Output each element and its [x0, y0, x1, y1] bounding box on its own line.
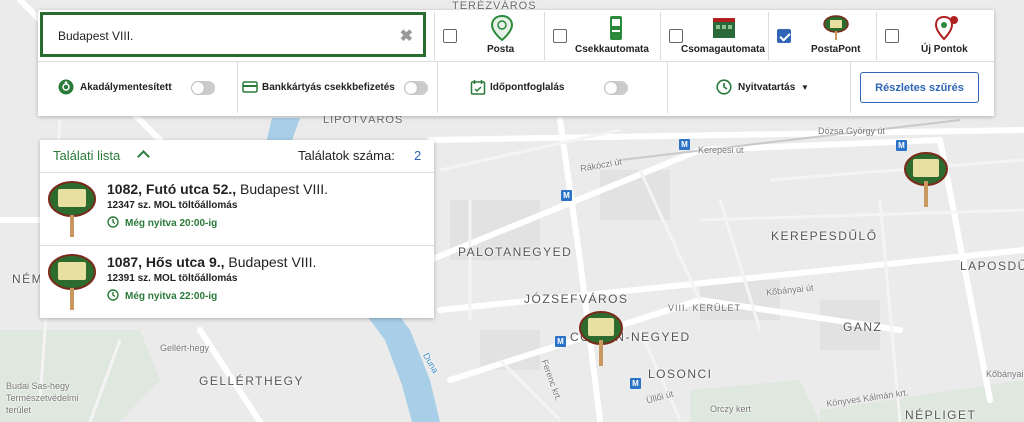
- check-machine-icon: [610, 16, 622, 40]
- parcel-locker-icon: [713, 18, 735, 38]
- park-label-orczy: Orczy kert: [710, 404, 752, 414]
- category-csomagautomata[interactable]: Csomagautomata: [660, 12, 768, 60]
- postapont-icon: [48, 254, 96, 310]
- park-label-gellert-hegy: Gellért-hegy: [160, 343, 210, 353]
- detail-filter-button[interactable]: Részletes szűrés: [860, 72, 979, 103]
- category-csekkautomata[interactable]: Csekkautomata: [544, 12, 660, 60]
- metro-station-icon[interactable]: M: [896, 140, 907, 151]
- checkbox-csomagautomata[interactable]: [669, 29, 683, 43]
- metro-station-icon[interactable]: M: [555, 336, 566, 347]
- toggle-accessible[interactable]: [191, 81, 215, 95]
- clock-icon: [716, 79, 732, 95]
- option-label-appointment: Időpontfoglalás: [490, 82, 565, 93]
- results-list-toggle[interactable]: Találati lista: [53, 148, 120, 163]
- option-card-payment: Bankkártyás csekkbefizetés: [237, 61, 437, 113]
- result-street: 1082, Futó utca 52.,: [107, 181, 237, 197]
- metro-station-icon[interactable]: M: [561, 190, 572, 201]
- accessibility-icon: [58, 79, 74, 95]
- district-label-kerepesdulo: KEREPESDŰLŐ: [771, 229, 878, 243]
- result-street: 1087, Hős utca 9.,: [107, 254, 225, 270]
- postapont-map-pin-icon[interactable]: [578, 310, 624, 368]
- filter-panel: Budapest VIII. ✖ Posta Csekkautomata Cso…: [38, 10, 994, 116]
- toggle-card-payment[interactable]: [404, 81, 428, 95]
- park-label-budai: Budai Sas-hegy: [6, 381, 70, 391]
- checkbox-uj-pontok[interactable]: [885, 29, 899, 43]
- postapont-icon: [48, 181, 96, 237]
- category-label-uj-pontok: Új Pontok: [921, 44, 968, 55]
- calendar-icon: [470, 80, 486, 95]
- results-header: Találati lista Találatok száma: 2: [40, 140, 434, 173]
- new-point-icon: [934, 15, 958, 41]
- clock-icon: [107, 216, 119, 228]
- clock-icon: [107, 289, 119, 301]
- option-accessible: Akadálymentesített: [38, 61, 237, 113]
- district-label-palotanegyed: PALOTANEGYED: [458, 245, 573, 259]
- result-city: Budapest VIII.: [236, 181, 329, 197]
- street-label-kobanyai-2: Kőbányai: [986, 369, 1024, 379]
- district-label-nem: NÉM: [12, 272, 44, 286]
- result-station: 12391 sz. MOL töltőállomás: [107, 273, 238, 284]
- category-label-csomagautomata: Csomagautomata: [681, 44, 765, 55]
- result-station: 12347 sz. MOL töltőállomás: [107, 200, 238, 211]
- result-address: 1087, Hős utca 9., Budapest VIII.: [107, 254, 316, 270]
- metro-station-icon[interactable]: M: [630, 378, 641, 389]
- district-label-gellerthegy: GELLÉRTHEGY: [199, 374, 304, 388]
- district-label-ganz: GANZ: [843, 320, 883, 334]
- postapont-map-pin-icon[interactable]: [903, 151, 949, 209]
- category-uj-pontok[interactable]: Új Pontok: [876, 12, 992, 60]
- checkbox-posta[interactable]: [443, 29, 457, 43]
- postapont-icon: [823, 15, 849, 40]
- opening-hours-dropdown[interactable]: Nyitvatartás ▼: [667, 61, 850, 113]
- credit-card-icon: [242, 81, 258, 93]
- category-label-csekkautomata: Csekkautomata: [575, 44, 649, 55]
- search-input[interactable]: Budapest VIII. ✖: [40, 12, 426, 57]
- option-label-accessible: Akadálymentesített: [80, 82, 172, 93]
- district-label-nepliget: NÉPLIGET: [905, 408, 977, 422]
- chevron-down-icon: ▼: [801, 83, 809, 92]
- result-item[interactable]: 1087, Hős utca 9., Budapest VIII. 12391 …: [40, 246, 434, 318]
- street-label-kerepesi: Kerepesi út: [698, 145, 744, 155]
- checkbox-csekkautomata[interactable]: [553, 29, 567, 43]
- result-hours: Még nyitva 20:00-ig: [125, 218, 218, 229]
- option-label-card-payment: Bankkártyás csekkbefizetés: [262, 82, 395, 93]
- park-label-terulet: terület: [6, 405, 32, 415]
- category-posta[interactable]: Posta: [434, 12, 544, 60]
- search-input-value: Budapest VIII.: [58, 29, 134, 43]
- district-label-kerulet: VIII. KERÜLET: [668, 303, 742, 313]
- category-postapont[interactable]: PostaPont: [768, 12, 876, 60]
- toggle-appointment[interactable]: [604, 81, 628, 95]
- district-label-laposdulo: LAPOSDŰLŐ: [960, 259, 1024, 273]
- chevron-up-icon[interactable]: [137, 150, 150, 163]
- clear-icon[interactable]: ✖: [400, 26, 413, 46]
- result-address: 1082, Futó utca 52., Budapest VIII.: [107, 181, 328, 197]
- option-label-opening-hours: Nyitvatartás: [738, 82, 796, 93]
- result-city: Budapest VIII.: [224, 254, 317, 270]
- district-label-jozsefvaros: JÓZSEFVÁROS: [524, 292, 629, 306]
- results-count-label: Találatok száma:: [298, 148, 395, 163]
- posta-pin-icon: [490, 15, 514, 41]
- park-label-termeszet: Természetvédelmi: [6, 393, 79, 403]
- category-label-postapont: PostaPont: [811, 44, 861, 55]
- metro-station-icon[interactable]: M: [679, 139, 690, 150]
- category-label-posta: Posta: [487, 44, 515, 55]
- option-appointment: Időpontfoglalás: [437, 61, 667, 113]
- checkbox-postapont[interactable]: [777, 29, 791, 43]
- result-hours: Még nyitva 22:00-ig: [125, 291, 218, 302]
- result-item[interactable]: 1082, Futó utca 52., Budapest VIII. 1234…: [40, 173, 434, 246]
- street-label-dozsa: Dózsa György út: [818, 126, 886, 136]
- district-label-losonci: LOSONCI: [648, 367, 713, 381]
- results-count: 2: [414, 148, 422, 163]
- results-panel: Találati lista Találatok száma: 2 1082, …: [40, 140, 434, 318]
